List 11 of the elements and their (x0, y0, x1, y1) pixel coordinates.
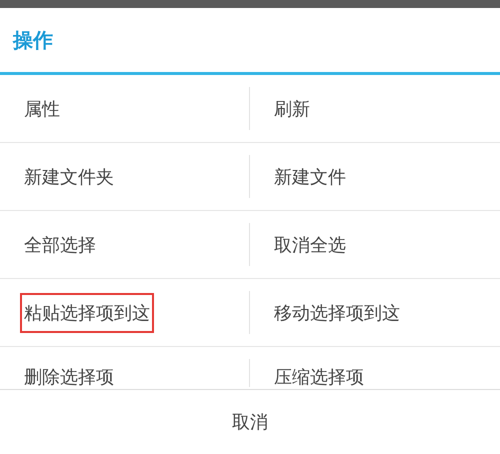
menu-option[interactable]: 移动选择项到这 (270, 292, 404, 332)
menu-option[interactable]: 全部选择 (20, 224, 100, 264)
menu-option[interactable]: 属性 (20, 88, 64, 128)
menu-option[interactable]: 删除选择项 (20, 357, 118, 389)
menu-option[interactable]: 刷新 (270, 88, 314, 128)
menu-option[interactable]: 取消全选 (270, 224, 350, 264)
menu-option[interactable]: 粘贴选择项到这 (20, 292, 154, 332)
dialog-title: 操作 (13, 26, 53, 54)
menu-option[interactable]: 压缩选择项 (270, 357, 368, 389)
menu-option[interactable]: 新建文件夹 (20, 156, 118, 196)
menu-option[interactable]: 新建文件 (270, 156, 350, 196)
